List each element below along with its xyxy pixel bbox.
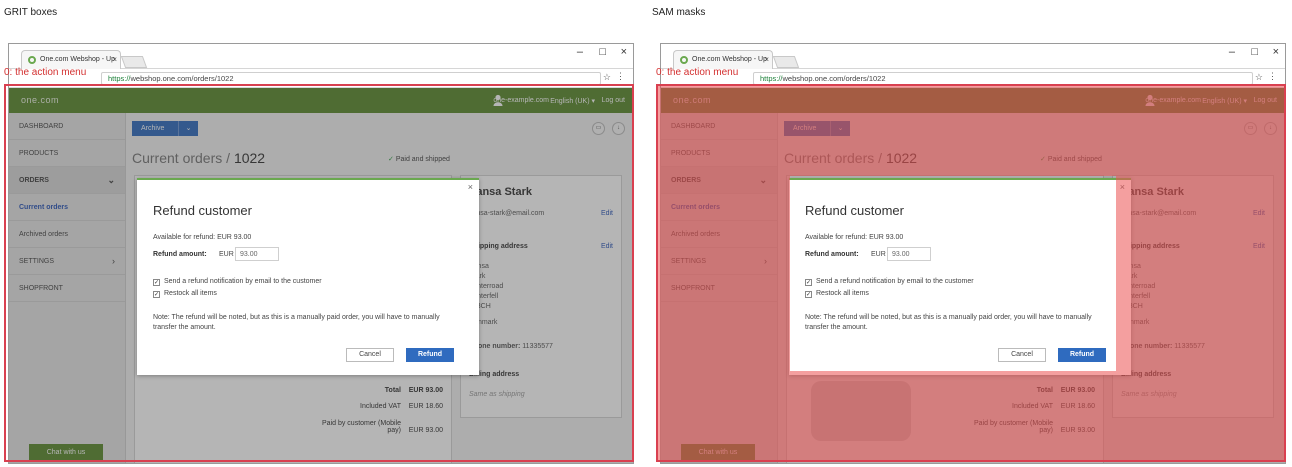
maximize-icon[interactable]: □: [599, 46, 606, 58]
annotation-label-left: 0: the action menu: [4, 67, 87, 78]
tab-strip: One.com Webshop - Up × – □ ×: [661, 44, 1285, 69]
new-tab-button[interactable]: [772, 56, 800, 68]
browser-menu-icon[interactable]: ⋮: [1268, 71, 1277, 82]
favicon-icon: [28, 56, 36, 64]
url-scheme: https://: [108, 74, 131, 83]
maximize-icon[interactable]: □: [1251, 46, 1258, 58]
tab-strip: One.com Webshop - Up × – □ ×: [9, 44, 633, 69]
close-window-icon[interactable]: ×: [621, 46, 627, 58]
bookmark-star-icon[interactable]: ☆: [603, 72, 611, 83]
tab-title: One.com Webshop - Up: [692, 56, 767, 63]
minimize-icon[interactable]: –: [1229, 46, 1235, 58]
tab-title: One.com Webshop - Up: [40, 56, 115, 63]
right-panel-caption: SAM masks: [652, 7, 706, 18]
left-panel-caption: GRIT boxes: [4, 7, 58, 18]
url-path: webshop.one.com/orders/1022: [130, 74, 234, 83]
tab-close-icon[interactable]: ×: [112, 51, 117, 68]
minimize-icon[interactable]: –: [577, 46, 583, 58]
new-tab-button[interactable]: [120, 56, 148, 68]
close-window-icon[interactable]: ×: [1273, 46, 1279, 58]
annotation-label-right: 0: the action menu: [656, 67, 739, 78]
url-path: webshop.one.com/orders/1022: [782, 74, 886, 83]
url-scheme: https://: [760, 74, 783, 83]
favicon-icon: [680, 56, 688, 64]
sam-action-menu-box: [656, 84, 1286, 462]
grit-action-menu-box: [4, 84, 634, 462]
browser-menu-icon[interactable]: ⋮: [616, 71, 625, 82]
bookmark-star-icon[interactable]: ☆: [1255, 72, 1263, 83]
tab-close-icon[interactable]: ×: [764, 51, 769, 68]
